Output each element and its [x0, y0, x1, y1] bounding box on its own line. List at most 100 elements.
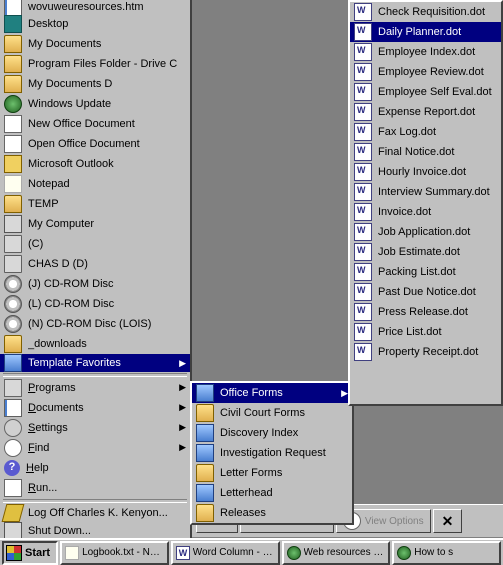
template-file-item[interactable]: Expense Report.dot [350, 102, 501, 122]
label: My Documents [28, 38, 186, 50]
label: Settings [28, 422, 169, 434]
start-item[interactable]: My Computer [0, 214, 190, 234]
start-item[interactable]: My Documents D [0, 74, 190, 94]
outlook-icon [4, 155, 22, 173]
label: Expense Report.dot [378, 106, 497, 118]
template-file-item[interactable]: Property Receipt.dot [350, 342, 501, 362]
submenu-item[interactable]: Letter Forms [192, 463, 352, 483]
submenu-arrow-icon: ▶ [179, 442, 186, 453]
start-item[interactable]: (N) CD-ROM Disc (LOIS) [0, 314, 190, 334]
word-template-icon [354, 243, 372, 261]
toolbar-close[interactable]: ✕ [433, 509, 463, 533]
label: (L) CD-ROM Disc [28, 298, 186, 310]
template-file-item[interactable]: Fax Log.dot [350, 122, 501, 142]
start-item[interactable]: CHAS D (D) [0, 254, 190, 274]
submenu-item[interactable]: Discovery Index [192, 423, 352, 443]
word-template-icon [354, 263, 372, 281]
label: (J) CD-ROM Disc [28, 278, 186, 290]
label: (N) CD-ROM Disc (LOIS) [28, 318, 186, 330]
taskbar-task[interactable]: Logbook.txt - Note... [60, 541, 169, 565]
template-file-item[interactable]: Employee Index.dot [350, 42, 501, 62]
template-file-item[interactable]: Final Notice.dot [350, 142, 501, 162]
template-file-item[interactable]: Daily Planner.dot [350, 22, 501, 42]
taskbar-task[interactable]: How to s [392, 541, 501, 565]
folder-icon [4, 195, 22, 213]
word-template-icon [354, 63, 372, 81]
start-system-item[interactable]: Documents▶ [0, 398, 190, 418]
folder-icon [4, 335, 22, 353]
start-system-item[interactable]: Run... [0, 478, 190, 498]
submenu-arrow-icon: ▶ [179, 382, 186, 393]
taskbar-task[interactable]: Word Column - Micr... [171, 541, 280, 565]
submenu-item[interactable]: Investigation Request [192, 443, 352, 463]
drive-icon [4, 255, 22, 273]
label: TEMP [28, 198, 186, 210]
submenu-item[interactable]: Letterhead [192, 483, 352, 503]
globe-icon [4, 95, 22, 113]
start-item-logoff[interactable]: Log Off Charles K. Kenyon... [0, 504, 190, 522]
start-item[interactable]: (C) [0, 234, 190, 254]
label: Programs [28, 382, 169, 394]
label: CHAS D (D) [28, 258, 186, 270]
start-item[interactable]: Notepad [0, 174, 190, 194]
start-item[interactable]: Desktop [0, 14, 190, 34]
submenu-item[interactable]: Releases [192, 503, 352, 523]
template-file-item[interactable]: Press Release.dot [350, 302, 501, 322]
progfav-icon [4, 379, 22, 397]
start-item[interactable]: (L) CD-ROM Disc [0, 294, 190, 314]
start-system-item[interactable]: Find ▶ [0, 438, 190, 458]
start-system-item[interactable]: ?Help [0, 458, 190, 478]
start-item[interactable]: Program Files Folder - Drive C [0, 54, 190, 74]
label: New Office Document [28, 118, 186, 130]
submenu-item[interactable]: Civil Court Forms [192, 403, 352, 423]
start-item[interactable]: (J) CD-ROM Disc [0, 274, 190, 294]
word-template-icon [354, 103, 372, 121]
label: Employee Review.dot [378, 66, 497, 78]
template-file-item[interactable]: Past Due Notice.dot [350, 282, 501, 302]
start-item-cutoff[interactable]: wovuweuresources.htm [0, 0, 190, 14]
start-button[interactable]: Start [2, 541, 58, 565]
folder-icon [4, 354, 22, 372]
template-file-item[interactable]: Interview Summary.dot [350, 182, 501, 202]
folder-icon [4, 75, 22, 93]
key-icon [2, 504, 25, 522]
folder-icon [196, 464, 214, 482]
template-file-item[interactable]: Price List.dot [350, 322, 501, 342]
start-item[interactable]: Open Office Document [0, 134, 190, 154]
folder-icon [4, 35, 22, 53]
folder-icon [196, 424, 214, 442]
label: Daily Planner.dot [378, 26, 497, 38]
label: Interview Summary.dot [378, 186, 497, 198]
label: Hourly Invoice.dot [378, 166, 497, 178]
template-file-item[interactable]: Hourly Invoice.dot [350, 162, 501, 182]
template-file-item[interactable]: Check Requisition.dot [350, 2, 501, 22]
start-system-item[interactable]: Programs ▶ [0, 378, 190, 398]
submenu-arrow-icon: ▶ [341, 388, 348, 399]
label: Employee Self Eval.dot [378, 86, 497, 98]
start-item[interactable]: My Documents [0, 34, 190, 54]
template-file-item[interactable]: Employee Review.dot [350, 62, 501, 82]
start-system-item[interactable]: Settings▶ [0, 418, 190, 438]
label: Find [28, 442, 169, 454]
start-item[interactable]: TEMP [0, 194, 190, 214]
label: Civil Court Forms [220, 407, 348, 419]
template-file-item[interactable]: Invoice.dot [350, 202, 501, 222]
start-item[interactable]: New Office Document [0, 114, 190, 134]
template-file-item[interactable]: Packing List.dot [350, 262, 501, 282]
label: Employee Index.dot [378, 46, 497, 58]
template-file-item[interactable]: Employee Self Eval.dot [350, 82, 501, 102]
start-item[interactable]: _downloads [0, 334, 190, 354]
start-item[interactable]: Windows Update [0, 94, 190, 114]
template-file-item[interactable]: Job Application.dot [350, 222, 501, 242]
taskbar-task[interactable]: Web resources for ... [282, 541, 391, 565]
start-item[interactable]: Microsoft Outlook [0, 154, 190, 174]
label: Help [26, 462, 186, 474]
word-template-icon [354, 283, 372, 301]
submenu-item-office-forms[interactable]: Office Forms ▶ [192, 383, 352, 403]
label: Program Files Folder - Drive C [28, 58, 186, 70]
template-file-item[interactable]: Job Estimate.dot [350, 242, 501, 262]
start-item-template-favorites[interactable]: Template Favorites ▶ [0, 354, 190, 372]
folder-icon [196, 404, 214, 422]
label: Run... [28, 482, 186, 494]
folder-icon [196, 384, 214, 402]
